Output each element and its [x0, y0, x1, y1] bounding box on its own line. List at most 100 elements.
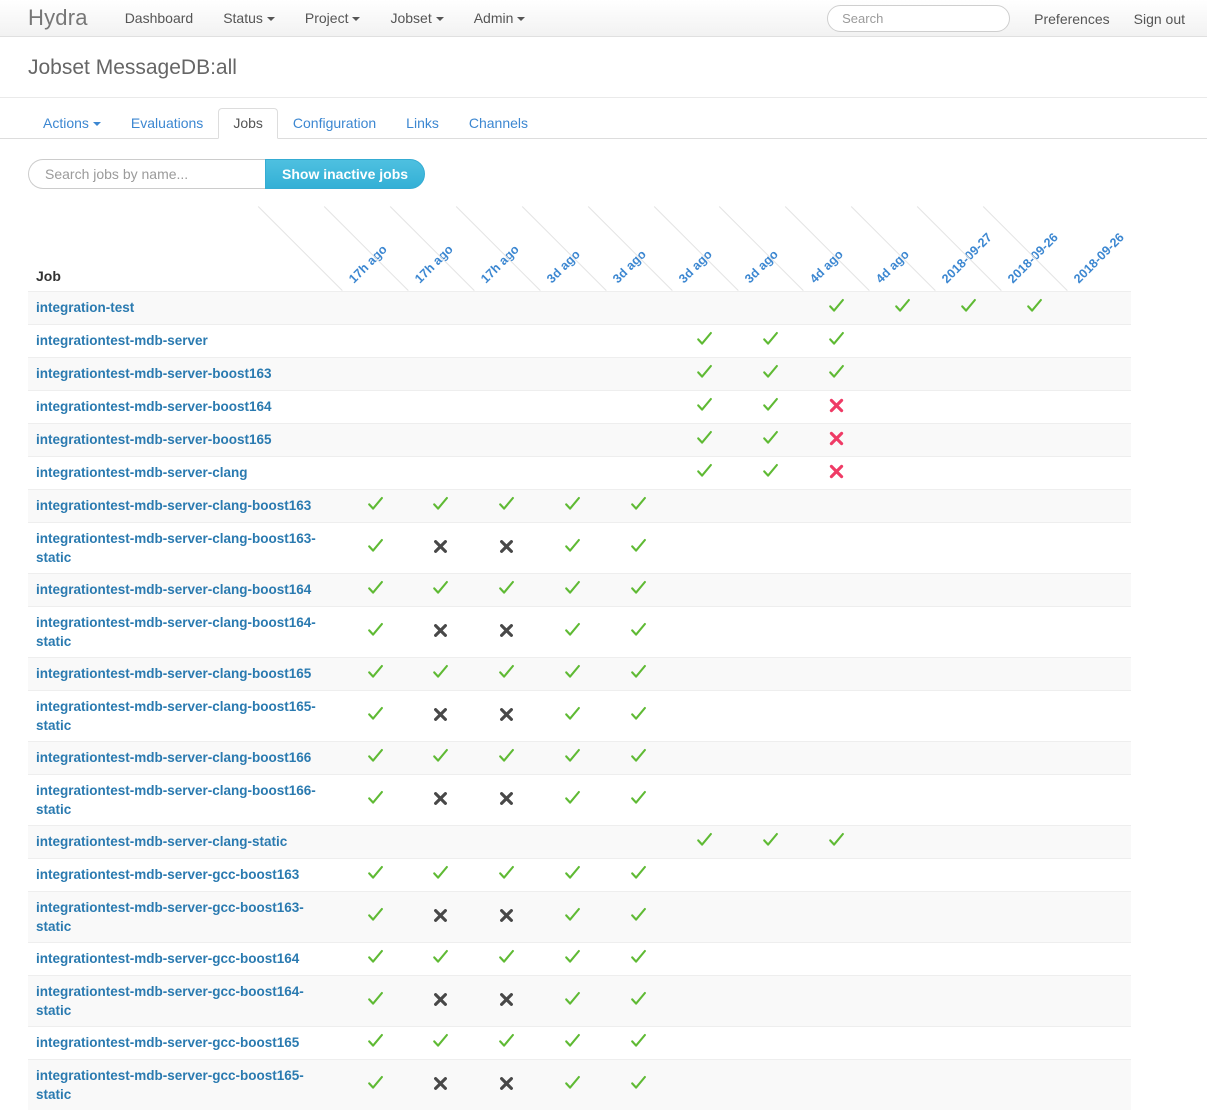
build-status-cell[interactable] [803, 323, 870, 358]
signout-link[interactable]: Sign out [1110, 11, 1185, 27]
success-check-icon[interactable] [630, 580, 647, 597]
build-status-cell[interactable] [473, 572, 540, 607]
tab-links[interactable]: Links [391, 108, 454, 139]
job-link[interactable]: integrationtest-mdb-server-gcc-boost163-… [36, 900, 304, 934]
job-link[interactable]: integrationtest-mdb-server-boost163 [36, 366, 272, 381]
build-status-cell[interactable] [605, 521, 672, 574]
success-check-icon[interactable] [828, 832, 845, 849]
build-status-cell[interactable] [605, 488, 672, 523]
job-link[interactable]: integrationtest-mdb-server-clang-static [36, 834, 287, 849]
success-check-icon[interactable] [564, 907, 581, 924]
build-status-cell[interactable] [605, 572, 672, 607]
build-status-cell[interactable] [408, 605, 474, 658]
success-check-icon[interactable] [432, 580, 449, 597]
aborted-cross-icon[interactable] [498, 991, 515, 1008]
build-status-cell[interactable] [408, 656, 474, 691]
build-status-cell[interactable] [408, 521, 474, 574]
success-check-icon[interactable] [367, 580, 384, 597]
success-check-icon[interactable] [367, 622, 384, 639]
aborted-cross-icon[interactable] [498, 1075, 515, 1092]
success-check-icon[interactable] [630, 706, 647, 723]
tab-evaluations[interactable]: Evaluations [116, 108, 218, 139]
success-check-icon[interactable] [367, 496, 384, 513]
search-input[interactable] [827, 5, 1011, 32]
build-status-cell[interactable] [342, 1025, 409, 1060]
success-check-icon[interactable] [630, 907, 647, 924]
build-status-cell[interactable] [605, 773, 672, 826]
build-status-cell[interactable] [671, 389, 738, 424]
eval-header-link[interactable]: 4d ago [873, 247, 912, 286]
job-link[interactable]: integrationtest-mdb-server-gcc-boost165-… [36, 1068, 304, 1102]
success-check-icon[interactable] [828, 331, 845, 348]
build-status-cell[interactable] [605, 857, 672, 892]
success-check-icon[interactable] [564, 496, 581, 513]
aborted-cross-icon[interactable] [498, 907, 515, 924]
build-status-cell[interactable] [473, 974, 540, 1027]
success-check-icon[interactable] [630, 622, 647, 639]
build-status-cell[interactable] [342, 689, 409, 742]
build-status-cell[interactable] [342, 857, 409, 892]
show-inactive-jobs-button[interactable]: Show inactive jobs [265, 159, 426, 190]
build-status-cell[interactable] [342, 521, 409, 574]
success-check-icon[interactable] [498, 1033, 515, 1050]
aborted-cross-icon[interactable] [432, 538, 449, 555]
success-check-icon[interactable] [498, 496, 515, 513]
build-status-cell[interactable] [473, 605, 540, 658]
build-status-cell[interactable] [342, 941, 409, 976]
success-check-icon[interactable] [630, 1033, 647, 1050]
build-status-cell[interactable] [737, 824, 804, 859]
job-link[interactable]: integrationtest-mdb-server-clang-boost16… [36, 582, 311, 597]
build-status-cell[interactable] [671, 824, 738, 859]
aborted-cross-icon[interactable] [432, 790, 449, 807]
success-check-icon[interactable] [367, 991, 384, 1008]
build-status-cell[interactable] [408, 1025, 474, 1060]
build-status-cell[interactable] [408, 572, 474, 607]
failed-cross-icon[interactable] [828, 430, 845, 447]
success-check-icon[interactable] [696, 331, 713, 348]
success-check-icon[interactable] [762, 397, 779, 414]
success-check-icon[interactable] [564, 580, 581, 597]
success-check-icon[interactable] [498, 865, 515, 882]
success-check-icon[interactable] [696, 430, 713, 447]
aborted-cross-icon[interactable] [498, 790, 515, 807]
success-check-icon[interactable] [564, 1033, 581, 1050]
aborted-cross-icon[interactable] [432, 706, 449, 723]
success-check-icon[interactable] [630, 1075, 647, 1092]
build-status-cell[interactable] [539, 941, 606, 976]
build-status-cell[interactable] [671, 455, 738, 490]
success-check-icon[interactable] [367, 1075, 384, 1092]
nav-link-project[interactable]: Project [290, 10, 376, 26]
build-status-cell[interactable] [539, 857, 606, 892]
success-check-icon[interactable] [432, 865, 449, 882]
success-check-icon[interactable] [564, 949, 581, 966]
success-check-icon[interactable] [367, 790, 384, 807]
success-check-icon[interactable] [1026, 298, 1043, 315]
job-link[interactable]: integration-test [36, 300, 134, 315]
build-status-cell[interactable] [342, 488, 409, 523]
aborted-cross-icon[interactable] [432, 1075, 449, 1092]
build-status-cell[interactable] [605, 890, 672, 943]
success-check-icon[interactable] [367, 865, 384, 882]
job-link[interactable]: integrationtest-mdb-server-clang [36, 465, 248, 480]
success-check-icon[interactable] [762, 364, 779, 381]
build-status-cell[interactable] [605, 740, 672, 775]
success-check-icon[interactable] [630, 664, 647, 681]
build-status-cell[interactable] [473, 1025, 540, 1060]
job-link[interactable]: integrationtest-mdb-server [36, 333, 208, 348]
build-status-cell[interactable] [539, 1058, 606, 1110]
job-link[interactable]: integrationtest-mdb-server-clang-boost16… [36, 783, 316, 817]
job-link[interactable]: integrationtest-mdb-server-gcc-boost165 [36, 1035, 299, 1050]
success-check-icon[interactable] [630, 496, 647, 513]
build-status-cell[interactable] [408, 890, 474, 943]
build-status-cell[interactable] [408, 740, 474, 775]
build-status-cell[interactable] [342, 740, 409, 775]
success-check-icon[interactable] [828, 298, 845, 315]
build-status-cell[interactable] [342, 1058, 409, 1110]
build-status-cell[interactable] [539, 488, 606, 523]
success-check-icon[interactable] [630, 865, 647, 882]
build-status-cell[interactable] [408, 773, 474, 826]
success-check-icon[interactable] [564, 865, 581, 882]
job-link[interactable]: integrationtest-mdb-server-boost165 [36, 432, 272, 447]
build-status-cell[interactable] [539, 572, 606, 607]
tab-jobs[interactable]: Jobs [218, 108, 278, 140]
